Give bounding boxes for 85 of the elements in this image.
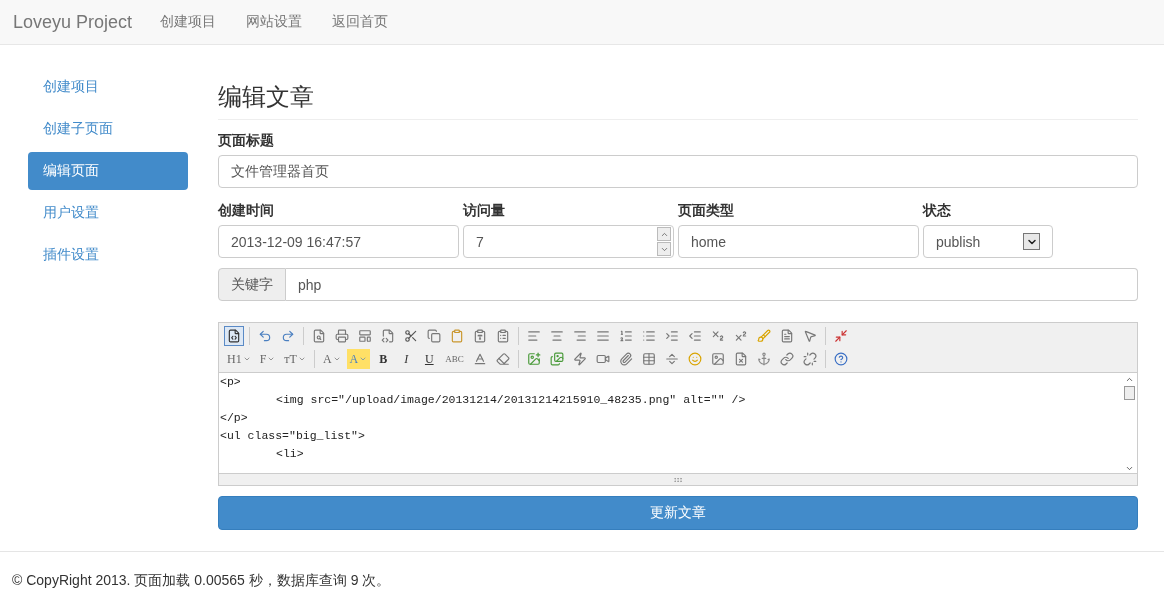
update-button[interactable]: 更新文章 [218, 496, 1138, 531]
brand-link[interactable]: Loveyu Project [13, 11, 133, 33]
pagebreak-icon [733, 352, 748, 367]
copy-icon [427, 329, 441, 344]
unorderedlist-icon [642, 329, 656, 344]
clearhtml-icon [757, 329, 771, 344]
quickformat-icon [780, 329, 794, 344]
sidebar-item[interactable]: 插件设置 [28, 236, 188, 275]
selectall-icon [803, 329, 817, 344]
resize-handle[interactable] [219, 473, 1137, 486]
alignleft-icon [527, 329, 541, 344]
emoticon-icon [687, 352, 702, 367]
nav-link[interactable]: 返回首页 [332, 13, 389, 32]
code-line: </p> [220, 410, 248, 427]
paste-icon [450, 329, 464, 344]
code-line: <img src="/upload/image/20131214/20131214215910_48235.png" alt="" /> [276, 392, 746, 409]
format-button[interactable]: H1 [224, 349, 254, 370]
source-icon [227, 329, 241, 344]
spin-down-button[interactable] [657, 242, 671, 257]
justify-icon [596, 329, 610, 344]
sidebar-item[interactable]: 创建项目 [28, 68, 188, 107]
plainpaste-icon [473, 329, 487, 344]
link-icon [779, 352, 794, 367]
alignright-icon [573, 329, 587, 344]
format-button[interactable]: A [319, 349, 344, 370]
code-line: <ul class="big_list"> [220, 428, 365, 445]
nav-link[interactable]: 网站设置 [246, 13, 303, 32]
source-button[interactable] [224, 326, 244, 347]
keyword-input[interactable]: php [286, 268, 1138, 302]
help-icon [833, 352, 848, 367]
picture-icon [710, 352, 725, 367]
format-button[interactable]: B [373, 349, 394, 370]
fullscreen-icon [834, 329, 848, 344]
superscript-icon [734, 329, 748, 344]
code-line: <p> [220, 374, 241, 391]
spin-up-button[interactable] [657, 227, 671, 242]
code-icon [381, 329, 395, 344]
scroll-thumb[interactable] [1123, 386, 1135, 401]
sidebar-item[interactable]: 编辑页面 [28, 152, 188, 191]
format-button[interactable]: ABC [442, 349, 467, 370]
sidebar-item[interactable]: 用户设置 [28, 194, 188, 233]
flash-icon [572, 352, 587, 367]
image-icon [526, 352, 541, 367]
redo-icon [281, 329, 295, 344]
sidebar-item[interactable]: 创建子页面 [28, 110, 188, 149]
print-icon [335, 329, 349, 344]
wordpaste-icon [496, 329, 510, 344]
format-button[interactable]: A [346, 349, 371, 370]
indent-icon [665, 329, 679, 344]
cut-icon [404, 329, 418, 344]
nav-link[interactable]: 创建项目 [160, 13, 217, 32]
text-input[interactable]: 2013-12-09 16:47:57 [218, 225, 459, 259]
text-input[interactable]: home [678, 225, 919, 259]
field-label: 创建时间 [218, 202, 275, 221]
format-button[interactable]: U [419, 349, 440, 370]
keyword-addon: 关键字 [218, 268, 286, 302]
undo-icon [258, 329, 272, 344]
subscript-icon [711, 329, 725, 344]
aligncenter-icon [550, 329, 564, 344]
status-select[interactable]: publish [923, 225, 1053, 259]
multiimage-icon [549, 352, 564, 367]
attachment-icon [618, 352, 633, 367]
outdent-icon [688, 329, 702, 344]
lineheight-icon [472, 352, 487, 367]
number-input[interactable]: 7 [463, 225, 674, 259]
anchor-icon [756, 352, 771, 367]
eraser-icon [495, 352, 510, 367]
field-label: 状态 [923, 202, 952, 221]
format-button[interactable]: I [396, 349, 417, 370]
orderedlist-icon [619, 329, 633, 344]
title-input[interactable]: 文件管理器首页 [218, 155, 1138, 189]
page-heading: 编辑文章 [218, 65, 1138, 121]
field-label: 页面类型 [678, 202, 735, 221]
preview-icon [312, 329, 326, 344]
format-button[interactable]: тT [281, 349, 309, 370]
hr-icon [664, 352, 679, 367]
table-icon [641, 352, 656, 367]
unlink-icon [802, 352, 817, 367]
format-button[interactable]: F [256, 349, 279, 370]
html-editor[interactable]: H1 F тT A A B I U ABC <p> <img src="/upload/image/20131214/20131214215910_48235.png" alt="" /> </p> <ul class="big_list"> <li> [218, 322, 1138, 487]
field-label: 访问量 [463, 202, 506, 221]
template-icon [358, 329, 372, 344]
footer-text: © CopyRight 2013. 页面加载 0.00565 秒，数据库查询 9 次。 [0, 551, 1164, 610]
code-line: <li> [276, 446, 304, 463]
field-label: 页面标题 [218, 132, 275, 151]
